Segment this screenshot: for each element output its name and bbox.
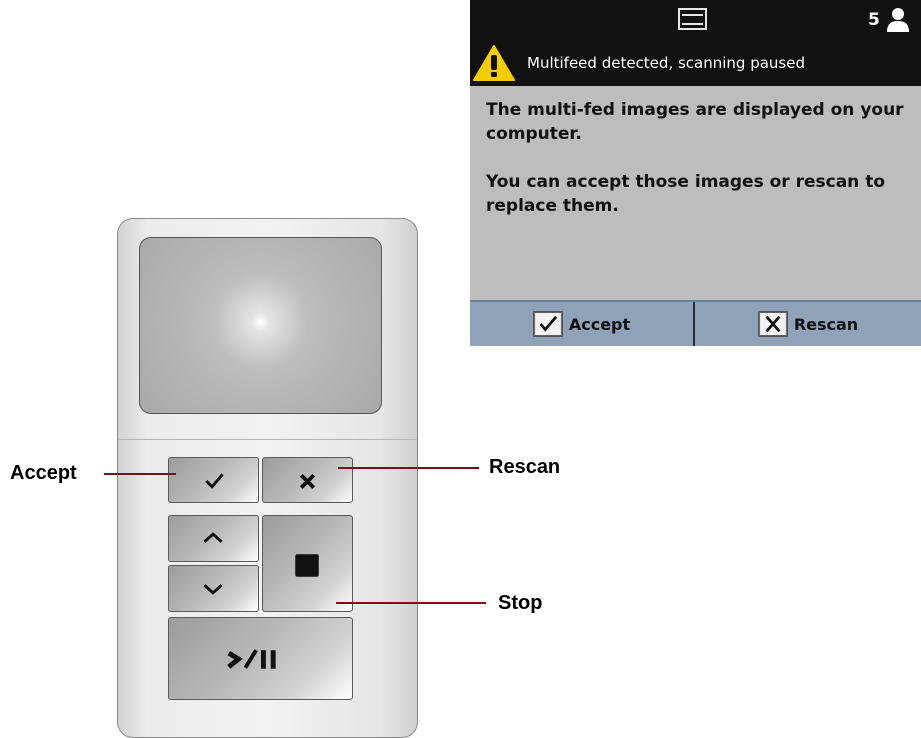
scanner-control-panel <box>117 218 418 738</box>
play-pause-icon <box>227 649 276 669</box>
user-icon <box>887 8 909 32</box>
x-icon <box>299 473 316 490</box>
arrow-up-icon <box>203 532 223 543</box>
x-icon <box>757 311 788 337</box>
check-icon <box>205 473 224 489</box>
warning-banner: Multifeed detected, scanning paused <box>470 40 921 86</box>
scanner-screen: 5 Multifeed detected, scanning paused Th… <box>470 0 921 346</box>
stop-callout: Stop <box>498 592 543 614</box>
rescan-hardware-button[interactable] <box>262 457 353 503</box>
screen-rescan-button[interactable]: Rescan <box>695 302 921 346</box>
warning-icon <box>473 45 515 81</box>
screen-accept-label: Accept <box>568 314 631 334</box>
page-icon <box>678 8 707 30</box>
down-hardware-button[interactable] <box>168 565 259 612</box>
status-bar: 5 <box>470 0 921 40</box>
stop-icon <box>295 554 319 577</box>
message-body: The multi-fed images are displayed on yo… <box>486 98 914 242</box>
arrow-down-icon <box>203 584 223 595</box>
check-icon <box>532 311 563 337</box>
screen-accept-button[interactable]: Accept <box>470 302 695 346</box>
rescan-leader-line <box>338 467 479 469</box>
panel-divider <box>118 439 417 440</box>
play-pause-hardware-button[interactable] <box>168 617 353 700</box>
rescan-callout: Rescan <box>489 456 561 478</box>
message-line: The multi-fed images are displayed on yo… <box>486 100 904 144</box>
accept-callout: Accept <box>10 462 77 484</box>
accept-hardware-button[interactable] <box>168 457 259 503</box>
stop-hardware-button[interactable] <box>262 515 353 612</box>
stop-leader-line <box>336 602 486 604</box>
warning-text: Multifeed detected, scanning paused <box>527 54 805 72</box>
user-count: 5 <box>868 10 880 30</box>
screen-rescan-label: Rescan <box>793 314 859 334</box>
up-hardware-button[interactable] <box>168 515 259 562</box>
accept-leader-line <box>104 473 176 475</box>
message-line: You can accept those images or rescan to… <box>486 172 886 216</box>
screen-button-bar: Accept Rescan <box>470 300 921 346</box>
panel-display <box>139 237 382 414</box>
